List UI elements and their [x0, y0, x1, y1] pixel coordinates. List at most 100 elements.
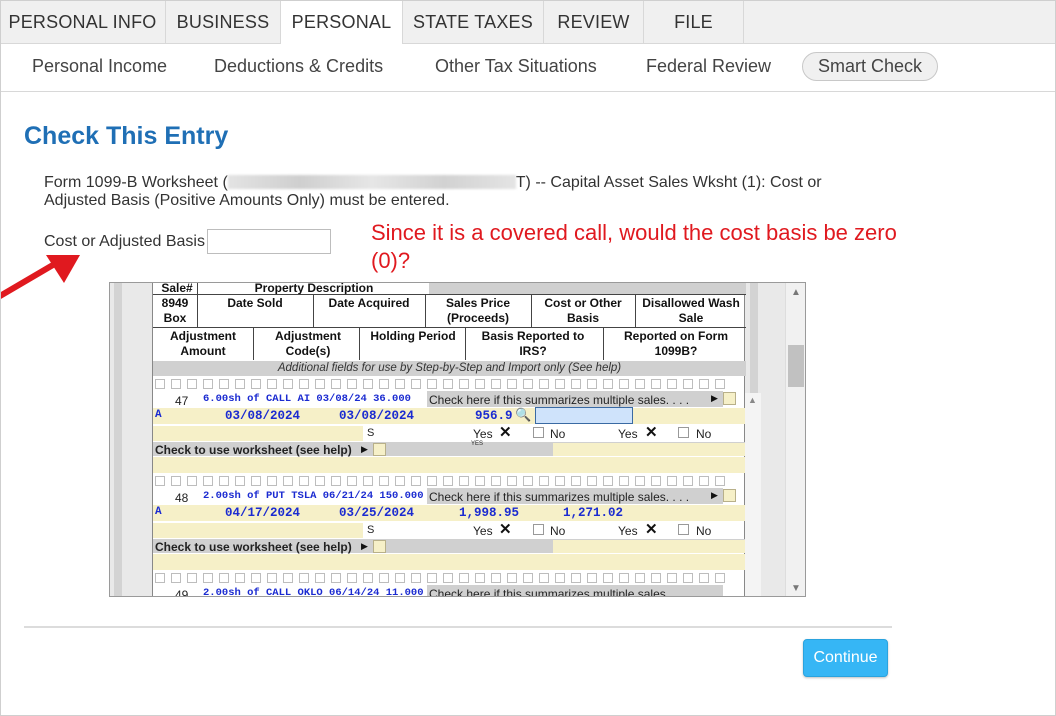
scroll-down-icon[interactable]: ▼ — [791, 583, 801, 594]
row-47-yes-label: Yes — [473, 427, 493, 441]
checked-x-icon[interactable]: ✕ — [645, 522, 658, 537]
row-48-worksheet-check-label: Check to use worksheet (see help) — [155, 540, 352, 554]
row-49-description: 2.00sh of CALL OKLO 06/14/24 11.000 — [203, 587, 424, 597]
subnav-personal-income[interactable]: Personal Income — [32, 56, 167, 77]
row-48-number: 48 — [175, 491, 189, 505]
worksheet-inner-scrollbar[interactable]: ▲ — [745, 393, 761, 596]
hdr-8949-box: 8949 Box — [161, 296, 189, 325]
tab-personal-info[interactable]: PERSONAL INFO — [0, 0, 166, 44]
tab-review[interactable]: REVIEW — [544, 0, 644, 44]
hdr-holding: Holding Period — [370, 329, 456, 343]
tab-business[interactable]: BUSINESS — [166, 0, 281, 44]
scrollbar-thumb[interactable] — [788, 345, 804, 387]
vline — [465, 327, 466, 360]
row-48-no-checkbox-2[interactable] — [678, 524, 689, 535]
header-gray-band — [429, 283, 746, 294]
vline — [313, 294, 314, 327]
row-48-yes-label: Yes — [473, 524, 493, 538]
subnav-smart-check[interactable]: Smart Check — [802, 52, 939, 81]
row-47-no-label-2: No — [696, 427, 712, 441]
checked-x-icon[interactable]: ✕ — [499, 425, 512, 440]
row-48-description: 2.00sh of PUT TSLA 06/21/24 150.000 — [203, 490, 424, 502]
vline — [635, 294, 636, 327]
row-47-summarize-text: Check here if this summarizes multiple s… — [429, 393, 690, 407]
row-47-description: 6.00sh of CALL AI 03/08/24 36.000 — [203, 393, 411, 405]
magnifier-icon[interactable]: 🔍 — [515, 407, 531, 423]
row-48-no-label: No — [550, 524, 566, 538]
row-47-summarize-checkbox[interactable] — [723, 392, 736, 405]
row-48-box: A — [155, 506, 162, 518]
cost-basis-label: Cost or Adjusted Basis — [44, 233, 205, 250]
row-48-adj-band — [153, 523, 363, 538]
hdr-basis-reported: Basis Reported to IRS? — [481, 329, 585, 358]
row-47-extra-band-2 — [153, 457, 746, 473]
row-48-no-label-2: No — [696, 524, 712, 538]
row-47-proceeds: 956.9 — [475, 409, 513, 423]
row-47-no-checkbox-2[interactable] — [678, 427, 689, 438]
hdr-reported-1099b: Reported on Form 1099B? — [624, 329, 728, 358]
subnav-federal-review[interactable]: Federal Review — [646, 56, 771, 77]
continue-button[interactable]: Continue — [803, 639, 888, 677]
tab-state-taxes[interactable]: STATE TAXES — [403, 0, 544, 44]
hdr-wash-sale: Disallowed Wash Sale — [642, 296, 740, 325]
scroll-up-icon[interactable]: ▲ — [791, 287, 801, 298]
hdr-cost-basis: Cost or Other Basis — [544, 296, 622, 325]
row-47-no-checkbox[interactable] — [533, 427, 544, 438]
worksheet-grid: Sale# Property Description 8949 Box Date… — [152, 283, 746, 597]
vline — [425, 294, 426, 327]
row-48-no-checkbox[interactable] — [533, 524, 544, 535]
tab-file[interactable]: FILE — [644, 0, 744, 44]
row-47-adj-band — [153, 426, 363, 441]
row-47-yes-small: YES — [471, 441, 484, 447]
row-48-extra-band-2 — [153, 554, 746, 570]
row-48-holding: S — [367, 524, 375, 536]
row-47-date-acquired: 03/08/2024 — [339, 409, 415, 423]
row-48-cost-basis[interactable]: 1,271.02 — [563, 506, 623, 520]
row-47-worksheet-checkbox[interactable] — [373, 443, 386, 456]
redacted-account-name — [227, 175, 516, 189]
row-48-date-sold: 04/17/2024 — [225, 506, 301, 520]
checkbox-row — [153, 476, 746, 486]
vline — [197, 283, 198, 327]
hline — [153, 294, 746, 295]
worksheet-image: Sale# Property Description 8949 Box Date… — [109, 282, 806, 597]
subnav-deductions-credits[interactable]: Deductions & Credits — [214, 56, 383, 77]
sub-navigation: Personal Income Deductions & Credits Oth… — [0, 44, 1056, 92]
vline — [531, 294, 532, 327]
row-47-cost-basis-cell[interactable] — [535, 407, 633, 424]
import-fields-band: Additional fields for use by Step-by-Ste… — [153, 361, 746, 376]
row-47-number: 47 — [175, 394, 189, 408]
worksheet-left-edge — [114, 283, 122, 596]
row-47-extra-band — [553, 443, 745, 456]
subnav-other-tax-situations[interactable]: Other Tax Situations — [435, 56, 597, 77]
pointer-icon: ▶ — [361, 444, 368, 454]
tab-personal[interactable]: PERSONAL — [281, 0, 403, 45]
row-48-worksheet-checkbox[interactable] — [373, 540, 386, 553]
checkbox-row — [153, 379, 746, 389]
annotation-question: Since it is a covered call, would the co… — [371, 220, 897, 273]
checked-x-icon[interactable]: ✕ — [499, 522, 512, 537]
row-48-summarize-checkbox[interactable] — [723, 489, 736, 502]
row-49-number: 49 — [175, 588, 189, 597]
row-47-holding: S — [367, 427, 375, 439]
vline — [603, 327, 604, 360]
row-48-date-acquired: 03/25/2024 — [339, 506, 415, 520]
row-47-no-label: No — [550, 427, 566, 441]
cost-basis-input[interactable] — [207, 229, 331, 254]
description-prefix: Form 1099-B Worksheet ( — [44, 174, 228, 191]
error-description: Form 1099-B Worksheet (T) -- Capital Ass… — [44, 174, 864, 210]
worksheet-scrollbar[interactable]: ▲ ▼ — [785, 283, 805, 596]
red-arrow-icon — [0, 255, 80, 299]
row-49-summarize-text: Check here if this summarizes multiple s… — [429, 587, 690, 597]
scroll-up-icon[interactable]: ▲ — [748, 395, 757, 405]
hline — [153, 327, 746, 328]
row-47-box: A — [155, 409, 162, 421]
hdr-date-sold: Date Sold — [227, 296, 283, 310]
hdr-sales-price: Sales Price (Proceeds) — [445, 296, 511, 325]
row-48-proceeds: 1,998.95 — [459, 506, 520, 520]
hdr-adj-codes: Adjustment Code(s) — [275, 329, 341, 358]
checked-x-icon[interactable]: ✕ — [645, 425, 658, 440]
row-47-yes-label-2: Yes — [618, 427, 638, 441]
footer-divider — [24, 626, 892, 628]
top-tab-bar: PERSONAL INFO BUSINESS PERSONAL STATE TA… — [0, 0, 1056, 45]
